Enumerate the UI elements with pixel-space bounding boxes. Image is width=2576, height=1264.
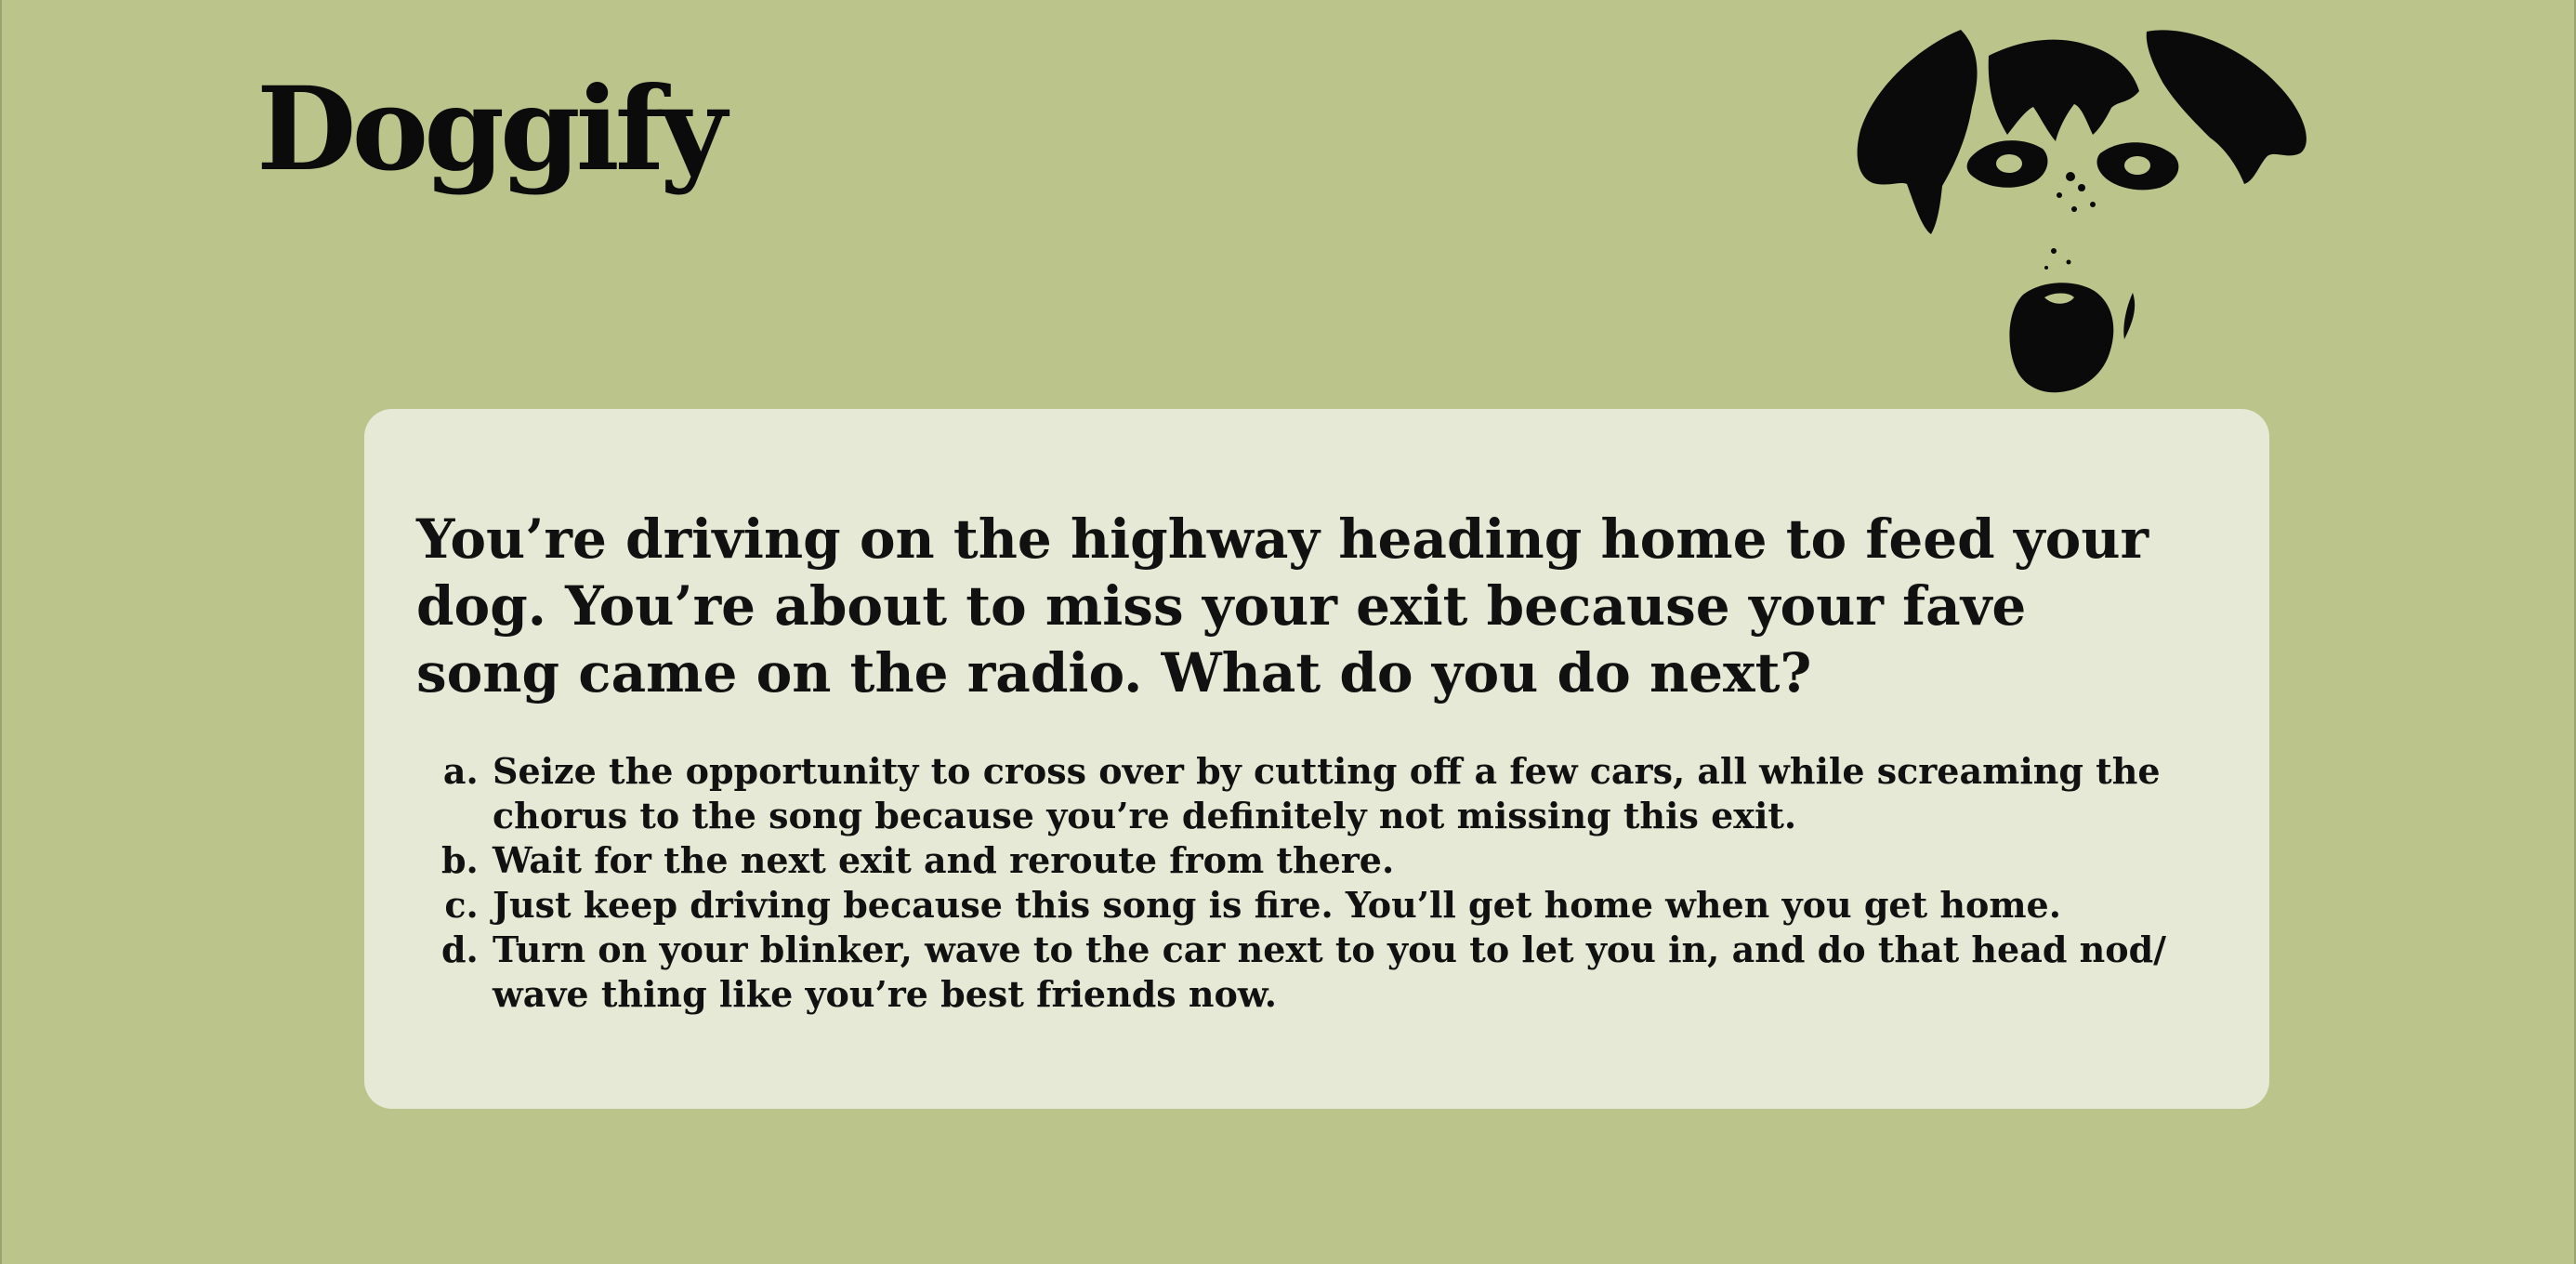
quiz-question: You’re driving on the highway heading ho… bbox=[416, 507, 2149, 704]
answer-option-b[interactable]: Wait for the next exit and reroute from … bbox=[491, 838, 2256, 883]
brand-title: Doggify bbox=[256, 62, 727, 197]
answer-list: Seize the opportunity to cross over by c… bbox=[416, 749, 2256, 1017]
quiz-card: You’re driving on the highway heading ho… bbox=[364, 409, 2269, 1109]
dog-whisker bbox=[2123, 293, 2136, 339]
dog-forehead bbox=[1988, 39, 2139, 142]
dog-left-ear bbox=[1857, 30, 1978, 234]
answer-option-c[interactable]: Just keep driving because this song is f… bbox=[491, 883, 2256, 928]
answer-option-a[interactable]: Seize the opportunity to cross over by c… bbox=[491, 749, 2256, 838]
dog-face-icon bbox=[1857, 30, 2307, 393]
answer-option-d[interactable]: Turn on your blinker, wave to the car ne… bbox=[491, 928, 2256, 1017]
